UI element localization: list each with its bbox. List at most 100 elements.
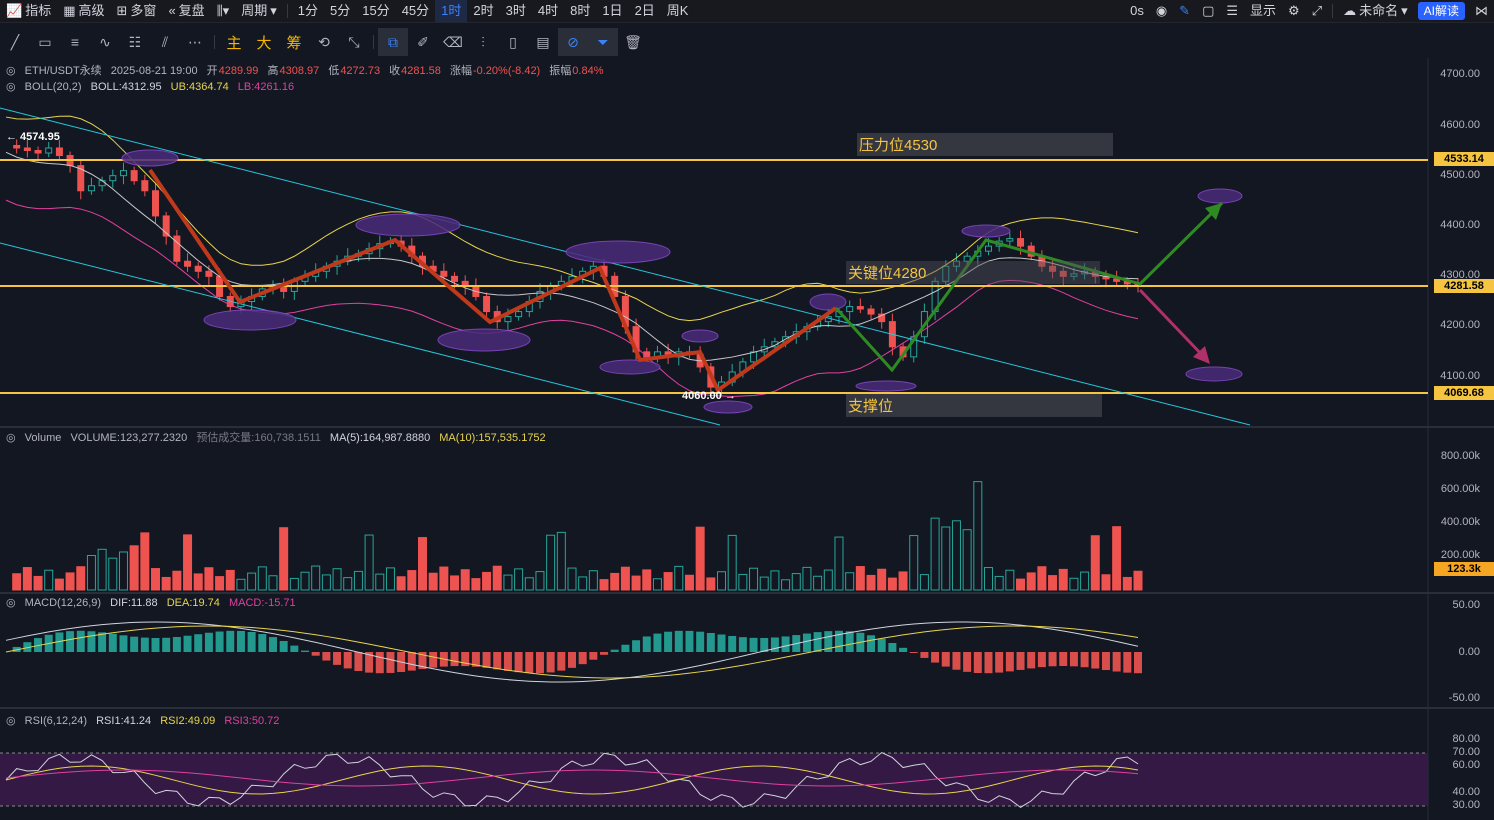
volume-bar xyxy=(631,575,641,591)
macd-bar xyxy=(568,652,576,668)
macd-bar xyxy=(1091,652,1100,669)
candle xyxy=(984,245,992,252)
volume-bar xyxy=(663,572,673,591)
macd-bar xyxy=(1112,652,1121,672)
macd-bar xyxy=(183,635,192,652)
volume-bar xyxy=(279,527,289,591)
volume-bar xyxy=(695,526,705,591)
candle xyxy=(34,150,42,154)
volume-bar xyxy=(546,534,556,591)
macd-bar xyxy=(600,652,609,655)
volume-bar xyxy=(1026,572,1036,591)
candle xyxy=(846,306,854,313)
macd-bar xyxy=(503,652,512,671)
volume-bar xyxy=(642,569,652,591)
volume-bar xyxy=(898,571,908,591)
eye-icon[interactable]: ◎ xyxy=(6,432,16,444)
eye-icon[interactable]: ◎ xyxy=(6,65,16,77)
volume-bar xyxy=(140,532,150,591)
volume-bar xyxy=(161,576,171,591)
macd-bar xyxy=(845,631,854,652)
macd-bar xyxy=(204,632,213,652)
macd-bar xyxy=(632,640,641,652)
current-price-tag: 4281.58 xyxy=(1434,279,1494,293)
volume-bar xyxy=(503,574,513,591)
volume-bar xyxy=(33,575,43,591)
volume-bar xyxy=(108,557,118,591)
volume-bar xyxy=(236,578,246,591)
candle xyxy=(483,295,491,313)
macd-bar xyxy=(98,632,107,652)
macd-bar xyxy=(194,634,203,652)
macd-bar xyxy=(66,631,75,652)
volume-bar xyxy=(12,573,22,591)
axis-tick-label: 4500.00 xyxy=(1440,169,1480,181)
macd-bar xyxy=(781,636,790,652)
highlight-ellipse xyxy=(703,400,753,414)
eye-icon[interactable]: ◎ xyxy=(6,81,16,93)
axis-tick-label: 0.00 xyxy=(1458,646,1480,658)
macd-bar xyxy=(151,637,160,652)
volume-bar xyxy=(588,570,598,591)
macd-bar xyxy=(696,631,705,652)
volume-bar xyxy=(759,576,769,591)
macd-bar xyxy=(87,631,96,652)
volume-bar xyxy=(1112,526,1122,591)
volume-bar xyxy=(791,573,801,591)
macd-bar xyxy=(301,650,310,652)
volume-bar xyxy=(204,567,214,591)
axis-tick-label: 70.00 xyxy=(1452,746,1480,758)
volume-bar xyxy=(706,577,716,591)
volume-bar xyxy=(866,574,876,591)
volume-bar xyxy=(941,526,951,591)
volume-bar xyxy=(684,574,694,591)
support-label[interactable]: 支撑位 xyxy=(846,394,1102,417)
main-legend: ◎ ETH/USDT永续 2025-08-21 19:00 开4289.99 高… xyxy=(6,65,604,77)
support-price-tag: 4069.68 xyxy=(1434,386,1494,400)
macd-bar xyxy=(226,630,235,652)
macd-bar xyxy=(1069,652,1078,667)
volume-bar xyxy=(535,571,545,591)
volume-bar xyxy=(909,535,919,591)
macd-bar xyxy=(1037,652,1046,668)
volume-bar xyxy=(781,579,791,591)
volume-bar xyxy=(524,577,534,591)
chart-canvas[interactable] xyxy=(0,0,1494,820)
key-level-label[interactable]: 关键位4280 xyxy=(846,261,1100,284)
macd-bar xyxy=(429,652,438,668)
candle xyxy=(119,170,127,177)
volume-bar xyxy=(54,578,64,591)
axis-tick-label: 80.00 xyxy=(1452,733,1480,745)
highlight-ellipse xyxy=(203,309,297,331)
highlight-ellipse xyxy=(599,359,661,375)
volume-bar xyxy=(749,567,759,591)
axis-tick-label: 200.00k xyxy=(1440,549,1480,561)
eye-icon[interactable]: ◎ xyxy=(6,597,16,609)
candle xyxy=(130,170,138,182)
macd-bar xyxy=(268,637,277,652)
volume-bar xyxy=(215,576,225,591)
volume-bar xyxy=(97,548,107,591)
macd-bar xyxy=(973,652,982,674)
volume-bar xyxy=(802,566,812,591)
volume-bar xyxy=(620,566,630,591)
volume-bar xyxy=(300,571,310,591)
macd-bar xyxy=(621,644,630,652)
candle xyxy=(55,147,63,157)
candle xyxy=(451,275,459,282)
candle xyxy=(1006,238,1014,242)
volume-bar xyxy=(855,566,865,591)
eye-icon[interactable]: ◎ xyxy=(6,715,16,727)
macd-bar xyxy=(653,633,662,652)
channel-lower xyxy=(0,242,721,426)
volume-legend: ◎ Volume VOLUME:123,277.2320 预估成交量:160,7… xyxy=(6,432,546,444)
volume-bar xyxy=(257,566,267,591)
resistance-label[interactable]: 压力位4530 xyxy=(857,133,1113,156)
macd-bar xyxy=(909,652,918,653)
macd-bar xyxy=(514,652,523,673)
macd-bar xyxy=(578,652,587,665)
macd-bar xyxy=(343,652,352,669)
highlight-ellipse xyxy=(565,240,671,264)
highlight-ellipse xyxy=(437,328,531,352)
macd-bar xyxy=(493,652,502,670)
